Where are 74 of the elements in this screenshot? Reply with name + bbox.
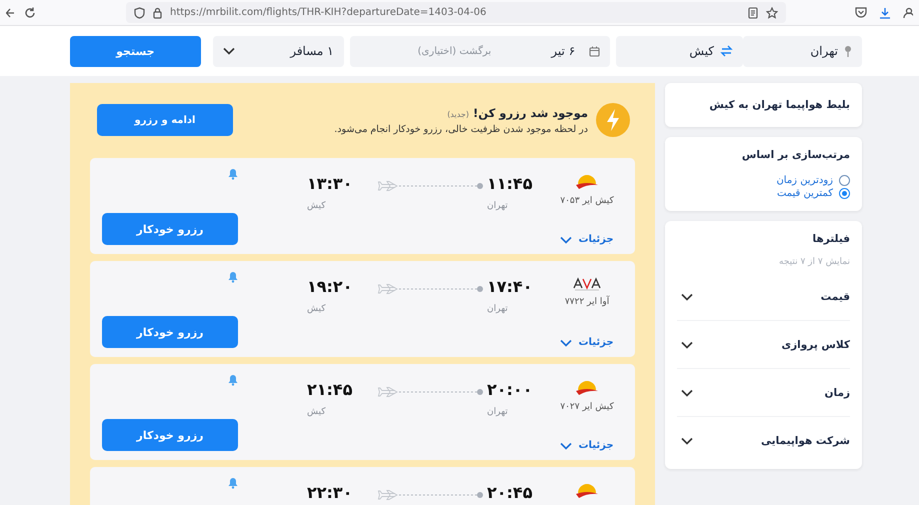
departure-city: تهران <box>487 304 508 314</box>
chevron-down-icon <box>560 338 572 346</box>
chevron-down-icon <box>560 236 572 244</box>
chevron-icon <box>681 340 693 348</box>
sort-title: مرتب‌سازی بر اساس <box>740 149 850 161</box>
airline-logo-icon <box>575 174 599 190</box>
bell-icon[interactable] <box>228 271 238 283</box>
star-icon[interactable] <box>766 6 778 18</box>
bell-icon[interactable] <box>228 477 238 489</box>
sort-option[interactable]: کمترین قیمت <box>776 186 850 199</box>
auto-booking-button[interactable]: رزرو خودکار <box>102 419 238 451</box>
calendar-icon <box>589 46 600 56</box>
filter-item[interactable]: کلاس پروازی <box>677 321 850 369</box>
reader-view-icon[interactable] <box>748 6 758 18</box>
arrival-time: ۲۱:۴۵ <box>307 380 352 399</box>
passenger-dropdown[interactable]: ۱ مسافر <box>212 36 344 66</box>
arrival-time: ۲۲:۳۰ <box>307 483 352 502</box>
arrival-city: کیش <box>307 201 326 211</box>
airline-logo-icon <box>575 380 599 396</box>
departure-city: تهران <box>487 407 508 417</box>
departure-time: ۱۷:۴۰ <box>487 277 532 296</box>
url-text: https://mrbilit.com/flights/THR-KIH?departureDate=1403-04-06 <box>170 7 488 18</box>
airline-name: کیش ایر ۷۰۲۷ <box>560 402 614 412</box>
airline-logo-icon <box>575 483 599 499</box>
arrival-time: ۱۹:۲۰ <box>307 277 352 296</box>
destination-field[interactable]: کیش <box>616 36 744 66</box>
filter-item[interactable]: قیمت <box>677 273 850 321</box>
filter-item[interactable]: زمان <box>677 369 850 417</box>
filter-item[interactable]: شرکت هواپیمایی <box>677 417 850 465</box>
departure-time: ۲۰:۰۰ <box>487 380 532 399</box>
download-icon[interactable] <box>879 6 891 18</box>
chevron-down-icon <box>560 442 572 450</box>
back-arrow-icon[interactable] <box>6 6 14 18</box>
swap-icon[interactable] <box>720 45 734 57</box>
address-bar[interactable]: https://mrbilit.com/flights/THR-KIH?departureDate=1403-04-06 <box>126 2 786 23</box>
details-link[interactable]: جزئیات <box>560 337 614 348</box>
shield-icon <box>134 6 145 18</box>
arrival-city: کیش <box>307 407 326 417</box>
search-button[interactable]: جستجو <box>70 36 201 66</box>
page-title: بلیط هواپیما تهران به کیش <box>708 99 850 111</box>
pocket-icon[interactable] <box>855 7 867 18</box>
auto-booking-button[interactable]: رزرو خودکار <box>102 213 238 245</box>
lightning-icon <box>596 103 630 137</box>
sort-option[interactable]: زودترین زمان <box>776 173 850 186</box>
chevron-icon <box>681 388 693 396</box>
details-link[interactable]: جزئیات <box>560 234 614 245</box>
departure-time: ۲۰:۴۵ <box>487 483 532 502</box>
departure-time: ۱۱:۴۵ <box>487 174 532 193</box>
airline-name: کیش ایر ۷۰۵۳ <box>560 196 614 206</box>
departure-city: تهران <box>487 201 508 211</box>
airline-name: آوا ایر ۷۷۲۲ <box>564 297 610 307</box>
bell-icon[interactable] <box>228 374 238 386</box>
radio-button[interactable] <box>839 175 850 186</box>
origin-field[interactable]: تهران <box>743 36 862 66</box>
details-link[interactable]: جزئیات <box>560 440 614 451</box>
chevron-down-icon <box>222 47 235 55</box>
account-icon[interactable] <box>903 6 913 18</box>
lock-icon <box>153 6 162 18</box>
auto-booking-button[interactable]: رزرو خودکار <box>102 316 238 348</box>
result-count: نمایش ۷ از ۷ نتیجه <box>778 257 850 267</box>
banner-title: موجود شد رزرو کن! (جدید) <box>446 106 588 120</box>
chevron-icon <box>681 437 693 445</box>
airline-logo-icon <box>573 277 601 291</box>
banner-description: در لحظه موجود شدن ظرفیت خالی، رزرو خودکار انجام می‌شود. <box>334 124 588 134</box>
date-field[interactable]: ۶ تیر برگشت (اختیاری) <box>350 36 610 66</box>
arrival-city: کیش <box>307 304 326 314</box>
continue-booking-button[interactable]: ادامه و رزرو <box>97 104 233 136</box>
pin-icon <box>844 45 852 57</box>
arrival-time: ۱۳:۳۰ <box>307 174 352 193</box>
bell-icon[interactable] <box>228 168 238 180</box>
chevron-icon <box>681 292 693 300</box>
reload-icon[interactable] <box>24 6 36 18</box>
radio-button[interactable] <box>839 188 850 199</box>
filters-title: فیلترها <box>812 233 850 245</box>
